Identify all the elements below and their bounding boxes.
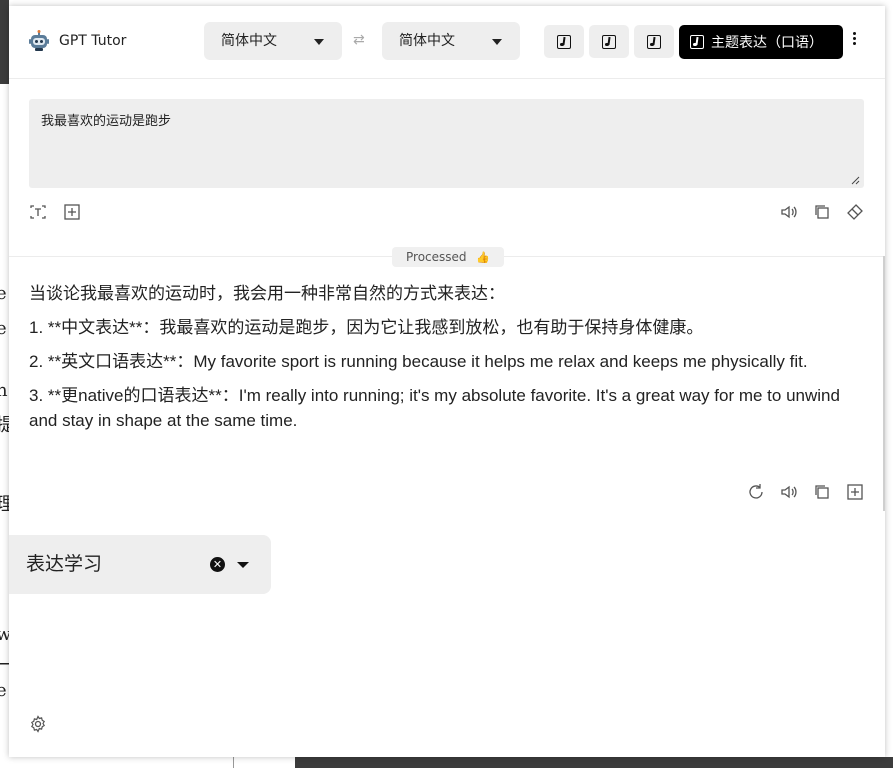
add-square-icon[interactable] xyxy=(846,483,864,501)
vocabulary-book-value: 表达学习 xyxy=(26,553,103,575)
output-paragraph: 当谈论我最喜欢的运动时，我会用一种非常自然的方式来表达： xyxy=(29,284,505,303)
source-language-value: 简体中文 xyxy=(221,33,277,49)
background-glyph: e xyxy=(0,283,7,304)
mode-button-3[interactable] xyxy=(634,25,674,58)
background-divider xyxy=(233,757,234,768)
music-note-icon xyxy=(557,34,571,49)
speaker-icon[interactable] xyxy=(780,203,798,221)
ocr-text-icon[interactable] xyxy=(29,203,47,221)
scrollbar[interactable] xyxy=(883,256,885,511)
resize-handle-icon[interactable] xyxy=(851,176,860,185)
processed-status-badge: Processed 👍 xyxy=(392,247,505,267)
output-text: 当谈论我最喜欢的运动时，我会用一种非常自然的方式来表达： 1. **中文表达**… xyxy=(29,281,869,442)
chevron-down-icon xyxy=(492,39,502,45)
header-bar: GPT Tutor 简体中文 ⇄ 简体中文 主题表达（口语） xyxy=(9,6,885,79)
background-glyph: e xyxy=(0,680,7,701)
background-glyph: n xyxy=(0,380,8,401)
input-textarea[interactable]: 我最喜欢的运动是跑步 xyxy=(29,99,864,188)
copy-icon[interactable] xyxy=(813,203,831,221)
copy-icon[interactable] xyxy=(813,483,831,501)
output-paragraph: 3. **更native的口语表达**：I'm really into runn… xyxy=(29,386,840,430)
input-text: 我最喜欢的运动是跑步 xyxy=(41,114,172,129)
refresh-icon[interactable] xyxy=(747,483,765,501)
background-glyph: 理 xyxy=(0,490,9,516)
output-paragraph: 1. **中文表达**：我最喜欢的运动是跑步，因为它让我感到放松，也有助于保持身… xyxy=(29,318,704,337)
mode-button-2[interactable] xyxy=(589,25,629,58)
background-glyph: 一 xyxy=(0,651,9,677)
active-mode-label: 主题表达（口语） xyxy=(711,35,823,51)
target-language-value: 简体中文 xyxy=(399,33,455,49)
status-label: Processed xyxy=(406,250,467,264)
clear-icon[interactable]: ✕ xyxy=(210,557,225,572)
vocabulary-book-select[interactable]: 表达学习 ✕ xyxy=(9,535,271,594)
source-language-select[interactable]: 简体中文 xyxy=(204,22,342,60)
gear-icon[interactable] xyxy=(29,715,47,733)
chevron-down-icon[interactable] xyxy=(237,562,249,568)
thumbs-up-icon: 👍 xyxy=(476,251,491,264)
chevron-down-icon xyxy=(314,39,324,45)
background-dark-strip-bottom xyxy=(295,757,893,768)
background-dark-strip xyxy=(0,0,9,84)
mode-button-1[interactable] xyxy=(544,25,584,58)
more-options-icon[interactable] xyxy=(851,32,857,48)
background-glyph: e xyxy=(0,318,7,339)
background-glyph: w xyxy=(0,624,9,645)
music-note-icon xyxy=(647,34,661,49)
app-title: GPT Tutor xyxy=(59,33,127,49)
eraser-icon[interactable] xyxy=(846,203,864,221)
music-note-icon xyxy=(602,34,616,49)
robot-logo-icon xyxy=(28,30,50,52)
background-glyph: 提 xyxy=(0,411,9,437)
music-note-icon xyxy=(690,35,704,49)
speaker-icon[interactable] xyxy=(780,483,798,501)
active-mode-button[interactable]: 主题表达（口语） xyxy=(679,25,843,59)
swap-languages-icon[interactable]: ⇄ xyxy=(353,32,365,48)
background-page-edge: e e n 提 理 w 一 e xyxy=(0,0,9,768)
add-square-icon[interactable] xyxy=(63,203,81,221)
gpt-tutor-panel: GPT Tutor 简体中文 ⇄ 简体中文 主题表达（口语） 我最喜欢的运动是跑… xyxy=(9,6,885,757)
output-paragraph: 2. **英文口语表达**：My favorite sport is runni… xyxy=(29,352,808,371)
target-language-select[interactable]: 简体中文 xyxy=(382,22,520,60)
